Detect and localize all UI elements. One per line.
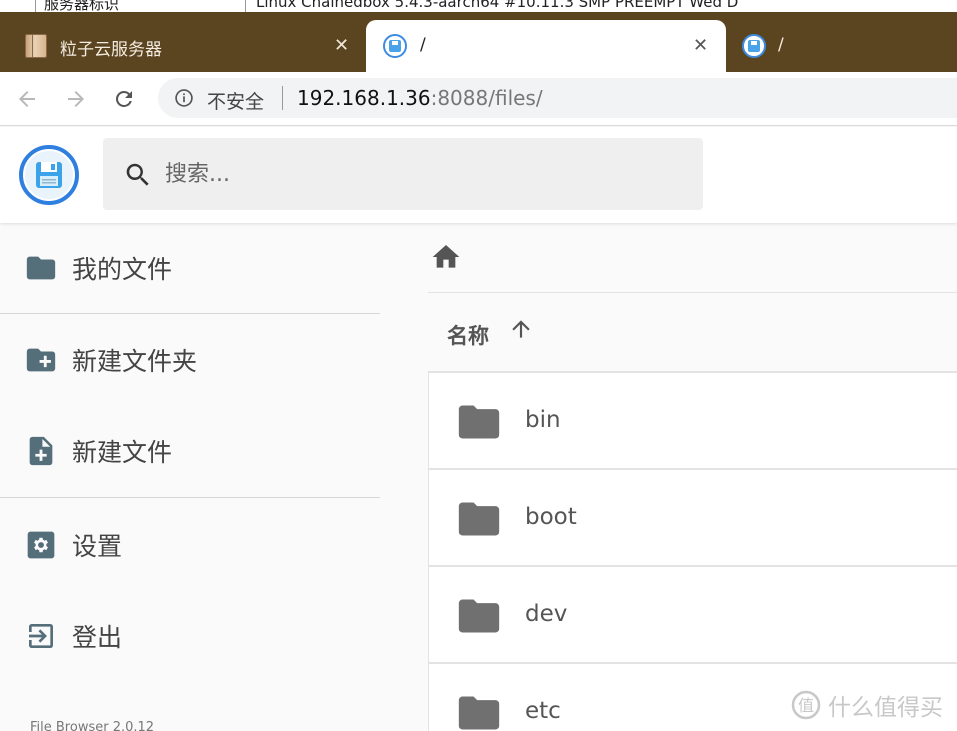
home-icon[interactable]: [430, 241, 462, 273]
url-text[interactable]: 192.168.1.36:8088/files/: [297, 86, 543, 110]
tab-title: /: [778, 35, 784, 55]
folder-icon: [458, 405, 500, 439]
background-window-strip: 服务器标识 Linux Chainedbox 5.4.3-aarch64 #10…: [0, 0, 957, 12]
divider: [0, 497, 380, 498]
list-item[interactable]: dev: [428, 566, 957, 663]
column-header[interactable]: 名称: [428, 294, 957, 372]
folder-icon: [458, 502, 500, 536]
tab-title: 粒子云服务器: [60, 40, 162, 60]
search-input[interactable]: [165, 156, 665, 192]
breadcrumb: [428, 223, 957, 293]
tab-root-second[interactable]: /: [726, 20, 957, 72]
note-add-icon: [24, 434, 58, 468]
sidebar-item-label: 登出: [72, 623, 123, 652]
folder-icon: [458, 599, 500, 633]
sidebar: 我的文件 新建文件夹 新建文件 设置 登出: [0, 223, 380, 731]
folder-icon: [458, 696, 500, 730]
file-name: boot: [525, 504, 577, 530]
sidebar-item-my-files[interactable]: 我的文件: [0, 233, 380, 303]
floppy-disk-icon: [36, 162, 62, 188]
divider: [245, 0, 246, 12]
url-host: 192.168.1.36: [297, 86, 431, 110]
app-header: [0, 127, 957, 223]
tab-title: /: [420, 35, 426, 55]
sidebar-item-new-file[interactable]: 新建文件: [0, 416, 380, 486]
svg-text:值: 值: [798, 696, 814, 715]
arrow-upward-icon[interactable]: [508, 316, 534, 342]
search-icon: [126, 163, 149, 186]
info-icon[interactable]: [174, 88, 194, 108]
watermark-text: 什么值得买: [828, 695, 943, 721]
reload-button[interactable]: [109, 84, 139, 114]
sidebar-item-settings[interactable]: 设置: [0, 510, 380, 580]
sidebar-item-label: 我的文件: [72, 255, 173, 284]
settings-icon: [24, 528, 58, 562]
sidebar-item-logout[interactable]: 登出: [0, 601, 380, 671]
sidebar-item-label: 设置: [72, 532, 123, 561]
version-label: File Browser 2.0.12: [30, 720, 155, 731]
divider: [35, 0, 36, 12]
folder-icon: [24, 251, 58, 285]
arrow-forward-icon: [68, 91, 84, 107]
address-toolbar: 不安全 192.168.1.36:8088/files/: [0, 72, 957, 126]
background-text-right: Linux Chainedbox 5.4.3-aarch64 #10.11.3 …: [256, 0, 739, 11]
divider: [282, 86, 283, 110]
file-listing: 名称 bin boot dev etc: [428, 223, 957, 731]
search-box[interactable]: [103, 138, 703, 210]
exit-icon: [24, 619, 58, 653]
sidebar-item-new-folder[interactable]: 新建文件夹: [0, 325, 380, 395]
reload-icon: [116, 91, 132, 107]
divider: [0, 313, 380, 314]
list-item[interactable]: bin: [428, 372, 957, 469]
book-icon: [25, 34, 47, 58]
forward-button[interactable]: [61, 84, 91, 114]
sidebar-item-label: 新建文件夹: [72, 347, 198, 376]
arrow-back-icon: [19, 91, 35, 107]
column-name-label[interactable]: 名称: [447, 320, 489, 350]
file-name: etc: [525, 698, 561, 724]
smzdm-logo-icon: 值: [791, 690, 821, 720]
close-icon[interactable]: ✕: [334, 37, 349, 55]
file-name: bin: [525, 407, 561, 433]
watermark: 值 什么值得买: [790, 688, 943, 722]
create-new-folder-icon: [24, 343, 58, 377]
filebrowser-favicon-icon: [742, 34, 766, 58]
browser-window: 服务器标识 Linux Chainedbox 5.4.3-aarch64 #10…: [0, 0, 957, 731]
background-text-left: 服务器标识: [44, 0, 120, 12]
sidebar-item-label: 新建文件: [72, 438, 173, 467]
omnibox[interactable]: 不安全 192.168.1.36:8088/files/: [158, 78, 957, 118]
tab-bar: 粒子云服务器 ✕ / ✕ /: [0, 12, 957, 72]
list-item[interactable]: boot: [428, 469, 957, 566]
file-name: dev: [525, 601, 568, 627]
back-button[interactable]: [12, 84, 42, 114]
close-icon[interactable]: ✕: [693, 37, 708, 55]
security-label: 不安全: [207, 91, 265, 113]
url-path: :8088/files/: [430, 86, 543, 110]
filebrowser-logo[interactable]: [19, 145, 79, 205]
tab-particle-cloud[interactable]: 粒子云服务器 ✕: [0, 20, 366, 72]
filebrowser-favicon-icon: [383, 34, 407, 58]
tab-root-active[interactable]: / ✕: [366, 20, 726, 72]
